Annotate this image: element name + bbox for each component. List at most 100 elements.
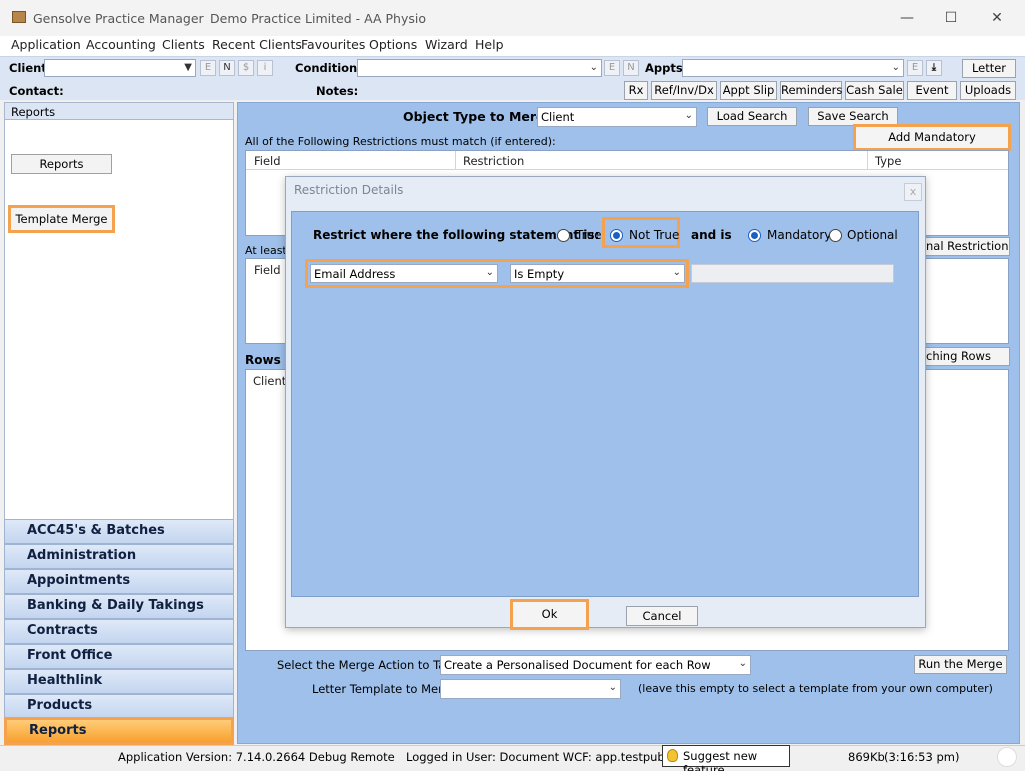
nav-reports[interactable]: Reports <box>4 717 234 745</box>
chevron-down-icon: ⌄ <box>608 682 617 693</box>
rx-button[interactable]: Rx <box>624 81 648 100</box>
appt-slip-button[interactable]: Appt Slip <box>720 81 777 100</box>
nav-administration[interactable]: Administration <box>4 544 234 569</box>
chevron-down-icon: ⌄ <box>485 267 494 278</box>
conditions-n-button[interactable]: N <box>623 60 639 76</box>
memory-usage: 869Kb <box>848 750 885 764</box>
chevron-down-icon: ⌄ <box>738 658 747 669</box>
suggest-feature-label: Suggest new feature <box>683 749 758 771</box>
maximize-icon[interactable]: ☐ <box>940 8 962 28</box>
nav-healthlink[interactable]: Healthlink <box>4 669 234 694</box>
client-combo[interactable]: ▼ <box>44 59 196 77</box>
letter-template-select[interactable]: ⌄ <box>440 679 621 699</box>
letter-button[interactable]: Letter <box>962 59 1016 78</box>
object-type-select[interactable]: Client ⌄ <box>537 107 697 127</box>
lightbulb-icon <box>667 749 678 762</box>
client-dollar-button[interactable]: $ <box>238 60 254 76</box>
merge-action-select[interactable]: Create a Personalised Document for each … <box>440 655 751 675</box>
menu-options[interactable]: Options <box>369 37 417 52</box>
col-type: Type <box>875 154 902 168</box>
nav-acc45-batches[interactable]: ACC45's & Batches <box>4 519 234 544</box>
conditions-e-button[interactable]: E <box>604 60 620 76</box>
appts-combo[interactable]: ⌄ <box>682 59 904 77</box>
load-search-button[interactable]: Load Search <box>707 107 797 126</box>
app-version: Application Version: 7.14.0.2664 Debug R… <box>118 750 395 764</box>
cancel-button[interactable]: Cancel <box>626 606 698 626</box>
condition-select[interactable]: Is Empty ⌄ <box>510 264 685 283</box>
minimize-icon[interactable]: — <box>896 8 918 28</box>
column-divider <box>455 151 456 170</box>
nav-banking-daily-takings[interactable]: Banking & Daily Takings <box>4 594 234 619</box>
nav-products[interactable]: Products <box>4 694 234 719</box>
menu-application[interactable]: Application <box>11 37 81 52</box>
field-value: Email Address <box>314 267 396 281</box>
reports-button[interactable]: Reports <box>11 154 112 174</box>
all-restrictions-label: All of the Following Restrictions must m… <box>245 135 556 148</box>
optional-label: Optional <box>847 228 898 242</box>
cash-sale-button[interactable]: Cash Sale <box>845 81 904 100</box>
left-pane-header: Reports <box>5 103 233 120</box>
uploads-button[interactable]: Uploads <box>960 81 1016 100</box>
object-type-value: Client <box>541 110 575 124</box>
mandatory-label: Mandatory <box>767 228 832 242</box>
appts-e-button[interactable]: E <box>907 60 923 76</box>
not-true-label: Not True <box>629 228 680 242</box>
chevron-down-icon: ⌄ <box>672 267 681 278</box>
menu-clients[interactable]: Clients <box>162 37 205 52</box>
client-info-button[interactable]: i <box>257 60 273 76</box>
object-type-label: Object Type to Merge <box>403 109 554 124</box>
close-window-icon[interactable]: ✕ <box>986 8 1008 28</box>
optional-radio[interactable] <box>829 229 842 242</box>
practice-title: Demo Practice Limited - AA Physio <box>210 11 426 26</box>
matching-rows-button[interactable]: ching Rows <box>915 347 1010 366</box>
menu-help[interactable]: Help <box>475 37 504 52</box>
dialog-title: Restriction Details <box>294 183 404 197</box>
nav-contracts[interactable]: Contracts <box>4 619 234 644</box>
run-merge-button[interactable]: Run the Merge <box>914 655 1007 674</box>
column-divider <box>867 151 868 170</box>
nav-appointments[interactable]: Appointments <box>4 569 234 594</box>
col-field: Field <box>254 154 281 168</box>
chevron-down-icon: ⌄ <box>589 62 598 73</box>
menu-favourites[interactable]: Favourites <box>301 37 365 52</box>
event-button[interactable]: Event <box>907 81 957 100</box>
client-e-button[interactable]: E <box>200 60 216 76</box>
suggest-feature-button[interactable]: Suggest new feature <box>662 745 790 771</box>
mandatory-radio[interactable] <box>748 229 761 242</box>
condition-value: Is Empty <box>514 267 565 281</box>
add-mandatory-restriction-button[interactable]: Add Mandatory Restriction <box>853 124 1011 165</box>
col-field-optional: Field <box>254 263 281 277</box>
status-time: (3:16:53 pm) <box>884 750 960 764</box>
contact-label: Contact: <box>9 84 64 98</box>
app-logo-icon <box>12 11 26 23</box>
letter-template-label: Letter Template to Merge <box>312 682 457 696</box>
not-true-radio[interactable] <box>610 229 623 242</box>
merge-action-value: Create a Personalised Document for each … <box>444 658 711 672</box>
status-indicator-icon <box>997 747 1017 767</box>
menu-recent-clients[interactable]: Recent Clients <box>212 37 302 52</box>
client-n-button[interactable]: N <box>219 60 235 76</box>
value-input[interactable] <box>691 264 894 283</box>
nav-front-office[interactable]: Front Office <box>4 644 234 669</box>
ok-button[interactable]: Ok <box>510 599 589 630</box>
client-label: Client <box>9 61 47 75</box>
logged-in-user: Logged in User: Document WCF: app.testpu… <box>406 750 662 764</box>
merge-action-label: Select the Merge Action to Take <box>277 658 459 672</box>
download-icon[interactable]: ⤓ <box>926 60 942 76</box>
chevron-down-icon: ⌄ <box>891 62 900 73</box>
dialog-close-icon[interactable]: x <box>904 183 922 201</box>
notes-label: Notes: <box>316 84 359 98</box>
chevron-down-icon: ⌄ <box>684 110 693 121</box>
add-optional-restriction-button[interactable]: nal Restriction <box>915 237 1010 256</box>
app-title: Gensolve Practice Manager <box>33 11 204 26</box>
ref-inv-dx-button[interactable]: Ref/Inv/Dx <box>651 81 717 100</box>
field-select[interactable]: Email Address ⌄ <box>310 264 498 283</box>
and-is-label: and is <box>691 228 732 242</box>
true-radio[interactable] <box>557 229 570 242</box>
template-merge-button[interactable]: Template Merge <box>8 205 115 233</box>
true-label: True <box>576 228 602 242</box>
reminders-button[interactable]: Reminders <box>780 81 842 100</box>
menu-accounting[interactable]: Accounting <box>86 37 156 52</box>
conditions-combo[interactable]: ⌄ <box>357 59 602 77</box>
menu-wizard[interactable]: Wizard <box>425 37 468 52</box>
